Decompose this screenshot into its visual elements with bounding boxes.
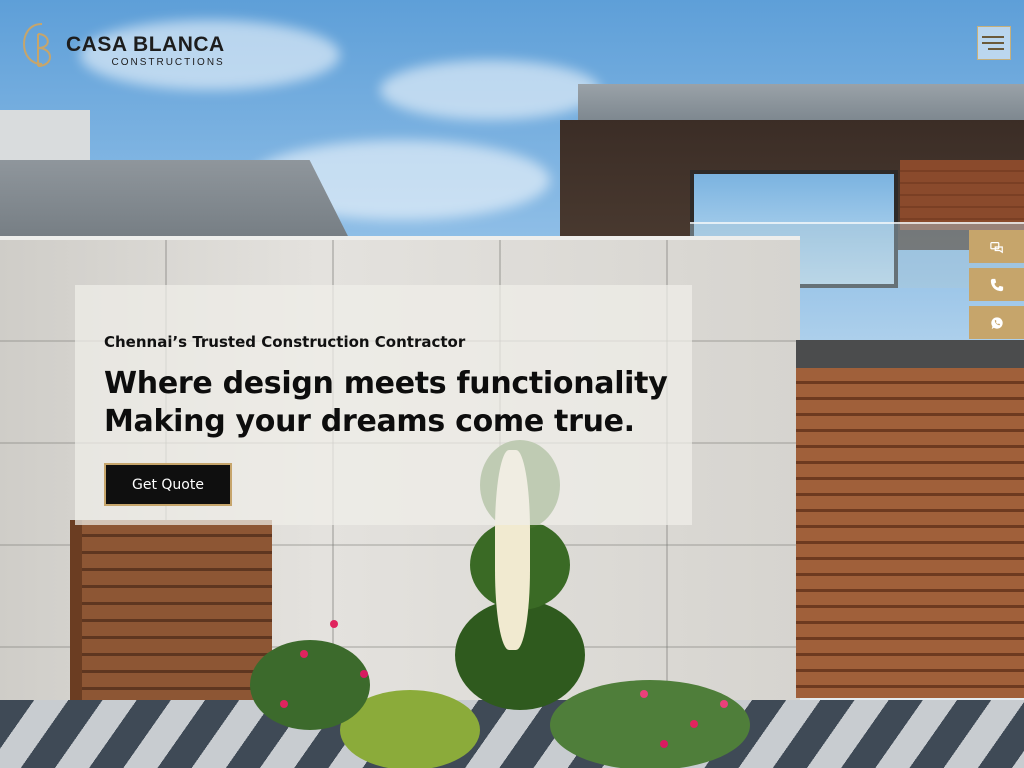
hamburger-menu-icon (982, 36, 1004, 38)
logo-monogram-icon (20, 20, 64, 68)
hero-card: Chennai’s Trusted Construction Contracto… (75, 285, 692, 525)
get-quote-button[interactable]: Get Quote (104, 463, 232, 506)
whatsapp-icon (990, 316, 1003, 329)
call-button[interactable] (969, 268, 1024, 301)
menu-button[interactable] (977, 26, 1011, 60)
hero-eyebrow: Chennai’s Trusted Construction Contracto… (104, 333, 466, 351)
whatsapp-button[interactable] (969, 306, 1024, 339)
logo-name: CASA BLANCA (66, 33, 225, 56)
contact-side-rail (969, 230, 1024, 344)
chat-icon (989, 241, 1003, 253)
headline-line-2: Making your dreams come true. (104, 404, 635, 439)
headline-line-1: Where design meets functionality (104, 366, 668, 401)
logo-tagline: CONSTRUCTIONS (111, 57, 225, 68)
phone-icon (990, 278, 1003, 291)
brand-logo[interactable]: CASA BLANCA CONSTRUCTIONS (20, 20, 225, 68)
hero-headline: Where design meets functionality Making … (104, 365, 668, 441)
chat-button[interactable] (969, 230, 1024, 263)
